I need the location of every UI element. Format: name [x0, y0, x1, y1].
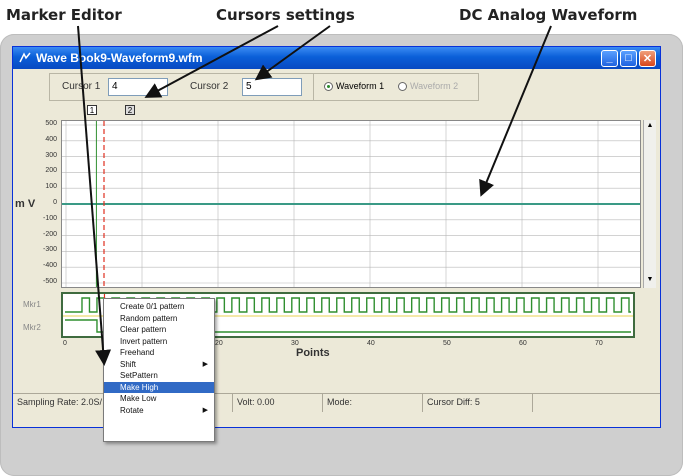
menu-item-label: Clear pattern	[120, 325, 167, 334]
menu-item-label: Freehand	[120, 348, 155, 357]
menu-item-freehand[interactable]: Freehand	[104, 347, 214, 359]
menu-item-label: Make High	[120, 382, 159, 392]
waveform-radio-group: Waveform 1 Waveform 2	[313, 73, 480, 101]
y-tick-label: 500	[45, 120, 57, 127]
waveform-plot[interactable]	[61, 120, 641, 288]
radio-selected-icon	[324, 81, 333, 91]
marker1-label: Mkr1	[23, 300, 41, 309]
callout-marker-editor: Marker Editor	[6, 6, 122, 24]
cursor1-input[interactable]: 4	[108, 78, 168, 96]
cursor2-input[interactable]: 5	[242, 78, 302, 96]
close-icon: ✕	[642, 52, 653, 65]
minimize-button[interactable]: _	[601, 49, 618, 67]
callout-cursors-settings: Cursors settings	[216, 6, 355, 24]
waveform1-radio[interactable]: Waveform 1	[324, 81, 384, 91]
waveform-svg	[62, 121, 640, 287]
y-tick-label: -400	[42, 262, 57, 270]
y-tick-label: -100	[42, 214, 57, 222]
title-bar[interactable]: Wave Book9-Waveform9.wfm _ □ ✕	[13, 47, 660, 69]
minimize-icon: _	[606, 52, 613, 64]
menu-item-setpattern[interactable]: SetPattern	[104, 370, 214, 382]
y-tick-label: 200	[45, 167, 57, 175]
menu-item-label: Random pattern	[120, 313, 178, 323]
menu-item-make-low[interactable]: Make Low	[104, 393, 214, 405]
cursor2-label: Cursor 2	[190, 81, 229, 92]
menu-item-rotate[interactable]: Rotate ▶	[104, 405, 214, 417]
x-tick-label: 0	[63, 340, 67, 347]
waveform2-label: Waveform 2	[410, 81, 459, 91]
menu-item-random-pattern[interactable]: Random pattern	[104, 313, 214, 325]
cursor1-label: Cursor 1	[62, 81, 101, 92]
cursor1-tag[interactable]: 1	[87, 105, 97, 115]
scroll-up-icon[interactable]: ▲	[645, 121, 655, 131]
x-tick-label: 50	[443, 340, 451, 347]
menu-item-label: Shift	[120, 359, 137, 369]
y-tick-label: 100	[45, 183, 57, 191]
x-tick-label: 60	[519, 340, 527, 347]
marker-context-menu: Create 0/1 pattern Random pattern Clear pa…	[103, 298, 215, 442]
vertical-scrollbar[interactable]: ▲ ▼	[643, 120, 656, 288]
app-icon	[19, 52, 31, 63]
menu-item-shift[interactable]: Shift ▶	[104, 359, 214, 371]
menu-item-invert-pattern[interactable]: Invert pattern	[104, 336, 214, 348]
x-tick-label: 70	[595, 340, 603, 347]
x-tick-label: 30	[291, 340, 299, 347]
marker2-label: Mkr2	[23, 323, 41, 332]
menu-item-label: Invert pattern	[120, 336, 168, 346]
y-tick-label: -300	[42, 246, 57, 254]
submenu-arrow-icon: ▶	[202, 406, 208, 414]
maximize-button[interactable]: □	[620, 49, 637, 67]
x-tick-label: 40	[367, 340, 375, 347]
menu-item-create-0-1-pattern[interactable]: Create 0/1 pattern	[104, 301, 214, 313]
submenu-arrow-icon: ▶	[202, 360, 208, 368]
maximize-icon: □	[625, 52, 632, 64]
y-tick-label: 300	[45, 151, 57, 159]
status-mode: Mode:	[323, 394, 423, 412]
cursor2-tag[interactable]: 2	[125, 105, 135, 115]
callout-dc-analog-waveform: DC Analog Waveform	[459, 6, 638, 24]
window-title: Wave Book9-Waveform9.wfm	[36, 51, 203, 65]
menu-item-label: Rotate	[120, 405, 144, 415]
y-tick-label: -500	[42, 278, 57, 285]
scroll-down-icon[interactable]: ▼	[645, 275, 655, 285]
y-tick-label: 400	[45, 135, 57, 143]
menu-item-make-high[interactable]: Make High	[104, 381, 214, 393]
status-volt: Volt: 0.00	[233, 394, 323, 412]
screenshot-frame: Wave Book9-Waveform9.wfm _ □ ✕ Cursor 1 …	[0, 34, 683, 476]
menu-item-clear-pattern[interactable]: Clear pattern	[104, 324, 214, 336]
menu-item-label: Make Low	[120, 394, 157, 403]
status-cursor-diff: Cursor Diff: 5	[423, 394, 533, 412]
menu-item-label: Create 0/1 pattern	[120, 302, 185, 311]
x-tick-label: 20	[215, 340, 223, 347]
waveform1-label: Waveform 1	[336, 81, 385, 91]
waveform2-radio[interactable]: Waveform 2	[398, 81, 458, 91]
y-axis-label: m V	[15, 198, 36, 210]
menu-item-label: SetPattern	[120, 371, 158, 380]
x-axis-label: Points	[296, 347, 330, 359]
radio-unselected-icon	[398, 81, 407, 91]
y-tick-label: -200	[42, 230, 57, 238]
close-button[interactable]: ✕	[639, 49, 656, 67]
